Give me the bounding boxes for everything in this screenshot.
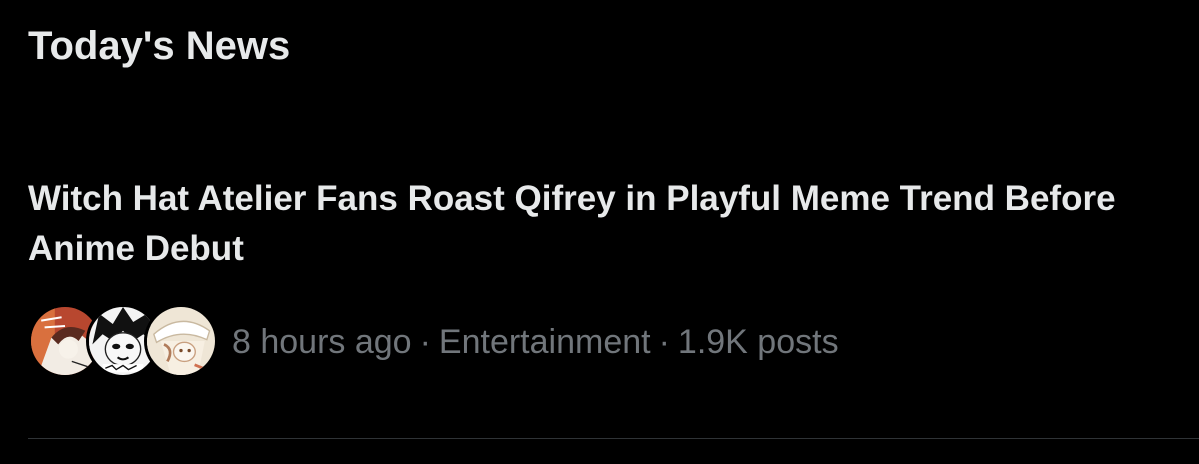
meta-separator: · — [658, 323, 670, 361]
news-headline[interactable]: Witch Hat Atelier Fans Roast Qifrey in P… — [28, 174, 1168, 274]
news-item[interactable]: Witch Hat Atelier Fans Roast Qifrey in P… — [0, 168, 1199, 400]
anime-character-avatar-white-hat-icon — [147, 307, 215, 375]
avatar — [144, 304, 218, 378]
news-meta-row: 8 hours ago · Entertainment · 1.9K posts — [28, 304, 839, 378]
meta-separator: · — [419, 323, 431, 361]
news-category[interactable]: Entertainment — [439, 323, 651, 361]
section-title: Today's News — [28, 24, 291, 68]
news-post-count: 1.9K posts — [677, 323, 839, 361]
news-time: 8 hours ago — [232, 323, 412, 361]
avatar-stack — [28, 302, 218, 382]
divider — [28, 438, 1199, 439]
news-meta: 8 hours ago · Entertainment · 1.9K posts — [232, 322, 839, 362]
